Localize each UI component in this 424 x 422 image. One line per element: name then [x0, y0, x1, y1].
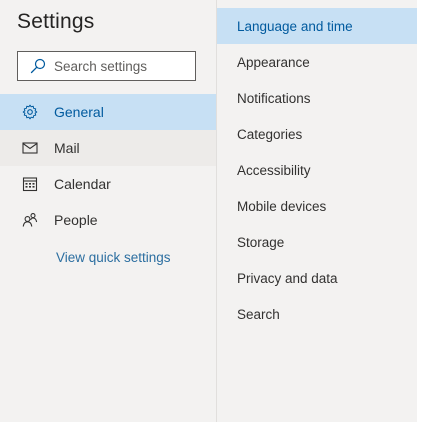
subnav-item-privacy-and-data[interactable]: Privacy and data: [217, 260, 417, 296]
gear-icon: [22, 104, 38, 120]
subnav-item-storage[interactable]: Storage: [217, 224, 417, 260]
settings-subnav: Language and time Appearance Notificatio…: [217, 8, 417, 332]
content-pane-edge: [417, 0, 424, 422]
subnav-item-search[interactable]: Search: [217, 296, 417, 332]
nav-item-label: People: [54, 212, 98, 228]
nav-item-people[interactable]: People: [0, 202, 216, 238]
subnav-item-language-and-time[interactable]: Language and time: [217, 8, 417, 44]
subnav-item-mobile-devices[interactable]: Mobile devices: [217, 188, 417, 224]
search-input[interactable]: [54, 58, 184, 74]
settings-nav: General Mail Calendar People: [0, 94, 216, 238]
subnav-item-accessibility[interactable]: Accessibility: [217, 152, 417, 188]
mail-icon: [22, 140, 38, 156]
subnav-item-categories[interactable]: Categories: [217, 116, 417, 152]
nav-item-label: General: [54, 104, 104, 120]
nav-item-mail[interactable]: Mail: [0, 130, 216, 166]
nav-item-label: Calendar: [54, 176, 111, 192]
nav-item-label: Mail: [54, 140, 80, 156]
subnav-item-appearance[interactable]: Appearance: [217, 44, 417, 80]
search-icon: [30, 58, 46, 74]
page-title: Settings: [17, 10, 95, 33]
people-icon: [22, 212, 38, 228]
calendar-icon: [22, 176, 38, 192]
view-quick-settings-link[interactable]: View quick settings: [56, 250, 171, 265]
subnav-item-notifications[interactable]: Notifications: [217, 80, 417, 116]
search-box[interactable]: [17, 51, 196, 81]
nav-item-calendar[interactable]: Calendar: [0, 166, 216, 202]
nav-item-general[interactable]: General: [0, 94, 216, 130]
